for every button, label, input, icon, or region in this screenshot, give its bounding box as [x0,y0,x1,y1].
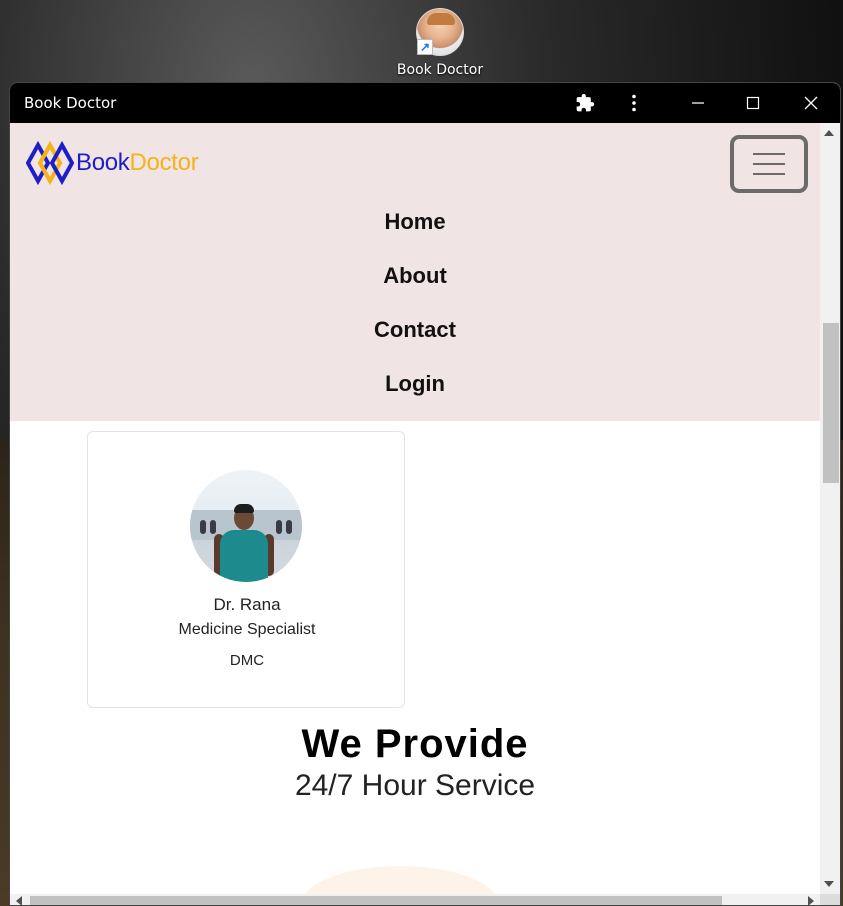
horizontal-scrollbar[interactable] [10,894,820,905]
app-window: Book Doctor BookDoctor Home About Contac… [9,82,841,906]
doctor-card[interactable]: Dr. Rana Medicine Specialist DMC [87,431,405,708]
provide-heading: We Provide [301,722,529,766]
window-title: Book Doctor [24,94,117,112]
scroll-right-arrow-icon[interactable] [808,896,814,905]
doctor-organization: DMC [229,652,265,669]
nav-link-about[interactable]: About [10,255,820,309]
book-doctor-logo-icon [26,141,74,185]
desktop-shortcut-book-doctor[interactable]: ↗ Book Doctor [392,6,488,80]
scroll-down-arrow-icon[interactable] [824,881,834,887]
vertical-scrollbar[interactable] [820,123,840,894]
vertical-scroll-thumb[interactable] [823,323,839,483]
brand-name: BookDoctor [76,149,199,177]
scroll-up-arrow-icon[interactable] [824,130,834,136]
close-icon [804,96,818,110]
hamburger-icon-line [753,173,785,175]
decorative-shape [300,866,500,894]
title-bar[interactable]: Book Doctor [10,83,840,123]
provide-section: We Provide 24/7 Hour Service [10,719,820,803]
brand[interactable]: BookDoctor [26,141,199,185]
doctor-specialty: Medicine Specialist [178,621,316,638]
nav-link-contact[interactable]: Contact [10,309,820,363]
navbar: BookDoctor Home About Contact Login [10,123,820,421]
kebab-menu-icon [632,94,636,112]
brand-name-doctor: Doctor [129,149,199,176]
puzzle-icon [576,93,595,112]
extensions-button[interactable] [562,83,608,123]
scroll-left-arrow-icon[interactable] [16,896,22,905]
minimize-button[interactable] [675,83,721,123]
scrollbar-corner [820,894,840,905]
navbar-toggler-button[interactable] [730,135,808,193]
doctor-avatar [190,470,302,582]
provide-subheading: 24/7 Hour Service [294,769,536,802]
horizontal-scroll-thumb[interactable] [30,896,722,905]
more-options-button[interactable] [611,83,657,123]
desktop-shortcut-label: Book Doctor [396,62,484,78]
maximize-icon [746,96,760,110]
page-viewport: BookDoctor Home About Contact Login Dr. … [10,123,820,894]
doctor-name: Dr. Rana [213,595,281,614]
hamburger-icon-line [753,163,785,165]
nav-link-login[interactable]: Login [10,363,820,417]
minimize-icon [692,102,704,104]
shortcut-arrow-icon: ↗ [417,39,433,55]
brand-name-book: Book [76,149,130,176]
doctor-avatar-icon: ↗ [416,8,464,56]
nav-links: Home About Contact Login [10,201,820,417]
close-button[interactable] [788,83,834,123]
maximize-button[interactable] [730,83,776,123]
hamburger-icon-line [753,153,785,155]
nav-link-home[interactable]: Home [10,201,820,255]
